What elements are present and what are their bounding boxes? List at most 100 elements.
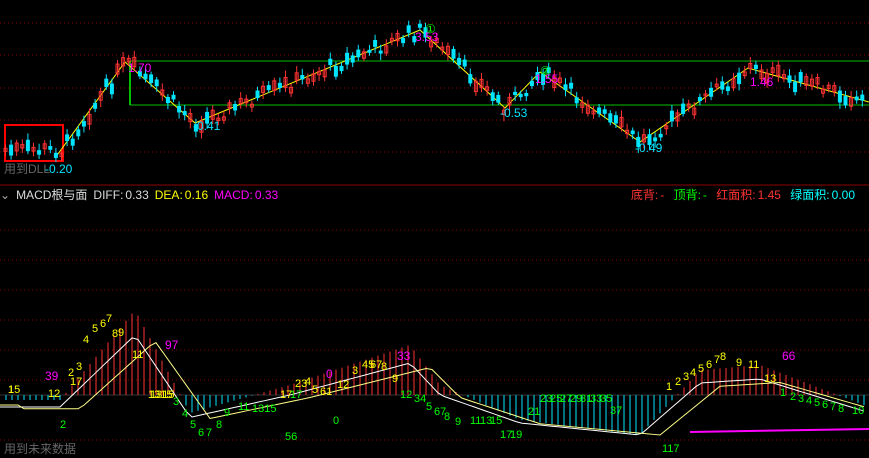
candle-body <box>333 65 338 77</box>
macd-area-line <box>689 428 869 433</box>
candle-body <box>608 113 613 123</box>
candle-body <box>597 107 602 114</box>
indicator-name[interactable]: MACD根与面 <box>16 188 87 202</box>
macd-magenta-label: 39 <box>45 369 59 383</box>
macd-count-label: 4 <box>305 376 311 388</box>
macd-count-label: 1 <box>780 387 786 399</box>
macd-count-label: 9 <box>736 357 742 369</box>
macd-count-label: 17 <box>290 389 302 401</box>
zigzag-line <box>54 29 869 159</box>
red-area-value: 1.45 <box>757 188 781 202</box>
candle-body <box>104 78 109 87</box>
candle-body <box>70 138 75 146</box>
candle-body <box>843 96 848 106</box>
dea-value: 0.16 <box>184 188 209 202</box>
macd-count-label: 8 <box>720 351 726 363</box>
candle-body <box>669 110 674 122</box>
macd-count-label: 4 <box>690 367 696 379</box>
candle-body <box>697 97 702 102</box>
candle-body <box>81 121 86 127</box>
candle-body <box>496 94 501 103</box>
candle-body <box>37 150 42 155</box>
macd-count-label: 35 <box>600 393 612 405</box>
macd-count-label: 11 <box>238 401 249 413</box>
candle-body <box>417 23 422 28</box>
candle-body <box>165 96 170 104</box>
stock-chart: -0.201.70-0.413.53-0.531.55-0.491.46①②1 1… <box>0 19 869 455</box>
macd-count-label: 15 <box>8 384 20 396</box>
candle-body <box>457 57 462 66</box>
candle-body <box>630 130 635 135</box>
macd-count-label: 6 <box>198 427 204 439</box>
macd-count-label: 3 <box>683 371 689 383</box>
macd-count-label: 15 <box>490 415 502 427</box>
macd-count-label: 6 <box>706 359 712 371</box>
macd-magenta-label: 33 <box>397 349 411 363</box>
macd-magenta-label: 97 <box>165 338 179 352</box>
candle-body <box>350 55 355 63</box>
candle-body <box>53 152 58 158</box>
green-area-value: 0.00 <box>831 188 855 202</box>
candle-body <box>76 129 81 137</box>
dll-note: 用到DLL <box>4 162 51 176</box>
candle-body <box>518 93 523 98</box>
candle-body <box>401 37 406 44</box>
candle-body <box>177 106 182 113</box>
macd-count-label: 7 <box>206 427 212 439</box>
candle-body <box>277 82 282 88</box>
future-data-note: 用到未来数据 <box>4 442 77 456</box>
bottom-div-label: 底背: <box>630 188 659 202</box>
candle-body <box>339 65 344 72</box>
macd-count-label: 61 <box>320 386 332 398</box>
candle-body <box>149 74 154 84</box>
macd-count-label: 8 <box>838 403 844 415</box>
macd-value: 0.33 <box>254 188 279 202</box>
macd-magenta-label: 0 <box>326 367 333 381</box>
candle-body <box>513 91 518 96</box>
red-area-label: 红面积: <box>716 188 756 202</box>
chevron-down-icon[interactable]: ⌄ <box>0 188 10 202</box>
macd-count-label: 4 <box>182 408 188 420</box>
candle-body <box>182 111 187 116</box>
macd-count-label: 11 <box>748 359 759 371</box>
candle-body <box>378 50 383 54</box>
candle-body <box>563 84 568 91</box>
candle-body <box>737 72 742 85</box>
macd-count-label: 56 <box>285 431 297 443</box>
candle-body <box>65 134 70 142</box>
top-div-label: 顶背: <box>673 188 701 202</box>
macd-count-label: 10 <box>852 405 864 417</box>
candle-body <box>462 59 467 67</box>
pivot-label: -0.49 <box>635 141 663 155</box>
candle-body <box>48 146 53 150</box>
diff-label: DIFF: <box>93 188 124 202</box>
macd-count-label: 12 <box>337 379 349 391</box>
candle-body <box>328 58 333 66</box>
pivot-label: -0.53 <box>500 106 528 120</box>
candle-body <box>860 94 865 101</box>
macd-count-label: 5 <box>190 419 196 431</box>
circled-marker: ② <box>540 64 551 78</box>
candle-body <box>266 85 271 91</box>
candle-body <box>798 72 803 83</box>
macd-count-label: 5 <box>698 363 704 375</box>
macd-header: ⌄ MACD根与面 DIFF: 0.33 DEA: 0.16 MACD: 0.33 底背: - … <box>0 186 869 204</box>
macd-count-label: 2 <box>675 376 681 388</box>
candle-body <box>490 92 495 101</box>
dea-label: DEA: <box>154 188 183 202</box>
candle-body <box>681 103 686 114</box>
macd-count-label: 117 <box>662 443 680 455</box>
bottom-div-value: - <box>660 188 665 202</box>
macd-count-label: 3 <box>798 393 804 405</box>
macd-count-label: 5 <box>814 397 820 409</box>
candle-body <box>602 109 607 114</box>
candle-body <box>529 80 534 87</box>
circled-marker: ① <box>425 22 436 36</box>
top-div-value: - <box>702 188 707 202</box>
macd-count-label: 8 <box>216 419 222 431</box>
candle-body <box>451 48 456 59</box>
candle-body <box>367 49 372 53</box>
candle-body <box>468 74 473 84</box>
macd-label: MACD: <box>214 188 253 202</box>
candle-body <box>345 52 350 65</box>
